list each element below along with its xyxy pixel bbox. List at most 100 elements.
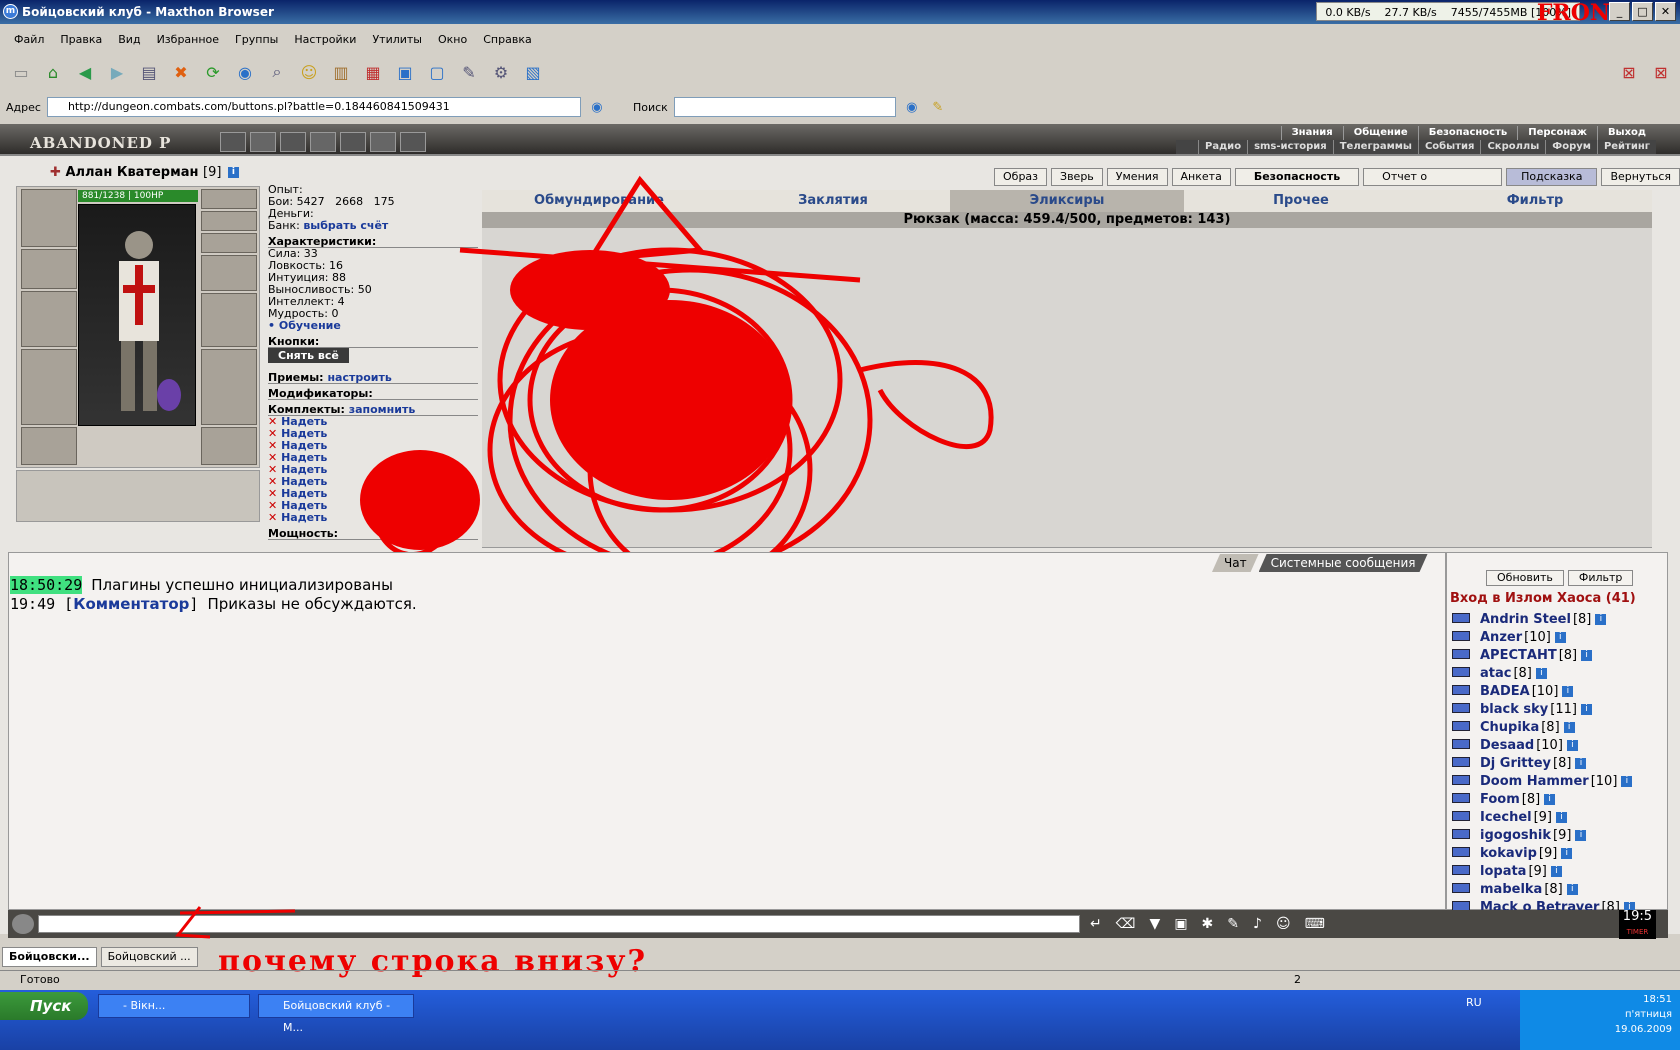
ring-slot[interactable] [201, 211, 257, 231]
filter-button[interactable]: Фильтр [1567, 570, 1634, 586]
tab-filter[interactable]: Фильтр [1418, 190, 1652, 212]
list-item[interactable]: АРЕСТАНТ [8] i [1450, 646, 1660, 664]
boots-slot[interactable] [201, 427, 257, 465]
nav-knowledge[interactable]: Знания [1280, 126, 1343, 140]
nav-forum[interactable]: Форум [1545, 140, 1597, 154]
nav-exit[interactable]: Выход [1596, 126, 1656, 140]
keyboard-icon[interactable]: ⌨ [1305, 916, 1325, 932]
list-item[interactable]: igogoshik [9] i [1450, 826, 1660, 844]
pm-icon[interactable] [1450, 846, 1478, 860]
go-icon[interactable]: ◉ [587, 97, 607, 117]
gloves-slot[interactable] [201, 255, 257, 291]
ring-slot[interactable] [201, 233, 257, 253]
browser-tab[interactable]: Бойцовски... [2, 947, 97, 967]
pm-icon[interactable] [1450, 612, 1478, 626]
helmet-slot[interactable] [21, 189, 77, 247]
quick-icon[interactable] [280, 132, 306, 152]
screen-icon[interactable]: ▢ [424, 59, 450, 85]
info-icon[interactable]: i [1544, 793, 1556, 805]
globe-icon[interactable]: ◉ [232, 59, 258, 85]
menu-groups[interactable]: Группы [227, 33, 286, 46]
info-icon[interactable]: i [1566, 739, 1578, 751]
restore-icon[interactable]: ⊠ [1616, 59, 1642, 85]
close-icon[interactable]: ✕ [1655, 2, 1676, 21]
shield-slot[interactable] [201, 293, 257, 347]
save-icon[interactable]: ▣ [1174, 916, 1187, 932]
pm-icon[interactable] [1450, 864, 1478, 878]
menu-help[interactable]: Справка [475, 33, 539, 46]
skills-button[interactable]: Умения [1106, 168, 1168, 186]
pm-icon[interactable] [1450, 648, 1478, 662]
list-item[interactable]: Icechel [9] i [1450, 808, 1660, 826]
quick-icon[interactable] [250, 132, 276, 152]
translit-icon[interactable]: ✎ [1227, 916, 1239, 932]
menu-favorites[interactable]: Избранное [149, 33, 227, 46]
info-icon[interactable]: i [1535, 667, 1547, 679]
list-item[interactable]: BADEA [10] i [1450, 682, 1660, 700]
list-item[interactable]: Anzer [10] i [1450, 628, 1660, 646]
list-item[interactable]: atac [8] i [1450, 664, 1660, 682]
maximize-icon[interactable]: □ [1632, 2, 1653, 21]
history-icon[interactable]: ▥ [328, 59, 354, 85]
list-item[interactable]: Foom [8] i [1450, 790, 1660, 808]
armor-slot[interactable] [21, 349, 77, 425]
nav-character[interactable]: Персонаж [1517, 126, 1597, 140]
info-icon[interactable]: i [1554, 631, 1566, 643]
menu-edit[interactable]: Правка [52, 33, 110, 46]
profile-button[interactable]: Анкета [1171, 168, 1231, 186]
book-icon[interactable]: ▧ [520, 59, 546, 85]
info-icon[interactable]: i [1556, 811, 1568, 823]
pet-button[interactable]: Зверь [1051, 168, 1103, 186]
menu-file[interactable]: Файл [6, 33, 52, 46]
hint-button[interactable]: Подсказка [1506, 168, 1598, 186]
pm-icon[interactable] [1450, 666, 1478, 680]
taskbar-item-browser[interactable]: Бойцовский клуб - M... [258, 994, 414, 1034]
browser-tab[interactable]: Бойцовский ... [100, 947, 198, 967]
weapon-slot[interactable] [21, 291, 77, 347]
quick-icon[interactable] [400, 132, 426, 152]
quick-icon[interactable] [220, 132, 246, 152]
pm-icon[interactable] [1450, 774, 1478, 788]
sound-icon[interactable]: ♪ [1253, 916, 1262, 932]
refresh-button[interactable]: Обновить [1486, 570, 1564, 586]
quick-icon[interactable] [310, 132, 336, 152]
image-button[interactable]: Образ [994, 168, 1048, 186]
search-icon[interactable]: ⌕ [264, 59, 290, 85]
info-icon[interactable]: i [1563, 721, 1575, 733]
info-icon[interactable]: i [1575, 829, 1587, 841]
belt-slot[interactable] [21, 427, 77, 465]
nav-radio[interactable]: Радио [1198, 140, 1247, 154]
smiley-icon[interactable]: ☺ [296, 59, 322, 85]
info-icon[interactable]: i [1621, 775, 1633, 787]
search-input[interactable] [673, 97, 896, 117]
tab-system-messages[interactable]: Системные сообщения [1259, 554, 1428, 572]
tab-chat[interactable]: Чат [1212, 554, 1259, 572]
pm-icon[interactable] [1450, 720, 1478, 734]
print-icon[interactable]: ▤ [136, 59, 162, 85]
list-item[interactable]: black sky [11] i [1450, 700, 1660, 718]
clear-icon[interactable]: ⌫ [1116, 916, 1136, 932]
nav-telegrams[interactable]: Телеграммы [1332, 140, 1418, 154]
stop-icon[interactable]: ✖ [168, 59, 194, 85]
tab-other[interactable]: Прочее [1184, 190, 1418, 212]
url-input[interactable]: http://dungeon.combats.com/buttons.pl?ba… [46, 97, 581, 117]
favorites-icon[interactable]: ▦ [360, 59, 386, 85]
nav-security[interactable]: Безопасность [1417, 126, 1518, 140]
info-icon[interactable]: i [227, 167, 239, 178]
back-icon[interactable]: ◀ [72, 59, 98, 85]
pm-icon[interactable] [1450, 630, 1478, 644]
pm-icon[interactable] [1450, 828, 1478, 842]
chat-author[interactable]: Комментатор [73, 595, 189, 613]
nav-scrolls[interactable]: Скроллы [1480, 140, 1545, 154]
filter-icon[interactable]: ▼ [1150, 916, 1161, 932]
chat-speaker-icon[interactable] [12, 914, 34, 934]
list-item[interactable]: mabelka [8] i [1450, 880, 1660, 898]
dance-icon[interactable]: ✱ [1202, 916, 1214, 932]
notes-icon[interactable]: ✎ [456, 59, 482, 85]
minimize-icon[interactable]: _ [1609, 2, 1630, 21]
pm-icon[interactable] [1450, 792, 1478, 806]
start-button[interactable]: Пуск [0, 992, 88, 1020]
info-icon[interactable]: i [1595, 613, 1607, 625]
info-icon[interactable]: i [1580, 703, 1592, 715]
security-button[interactable]: Безопасность [1234, 168, 1360, 186]
